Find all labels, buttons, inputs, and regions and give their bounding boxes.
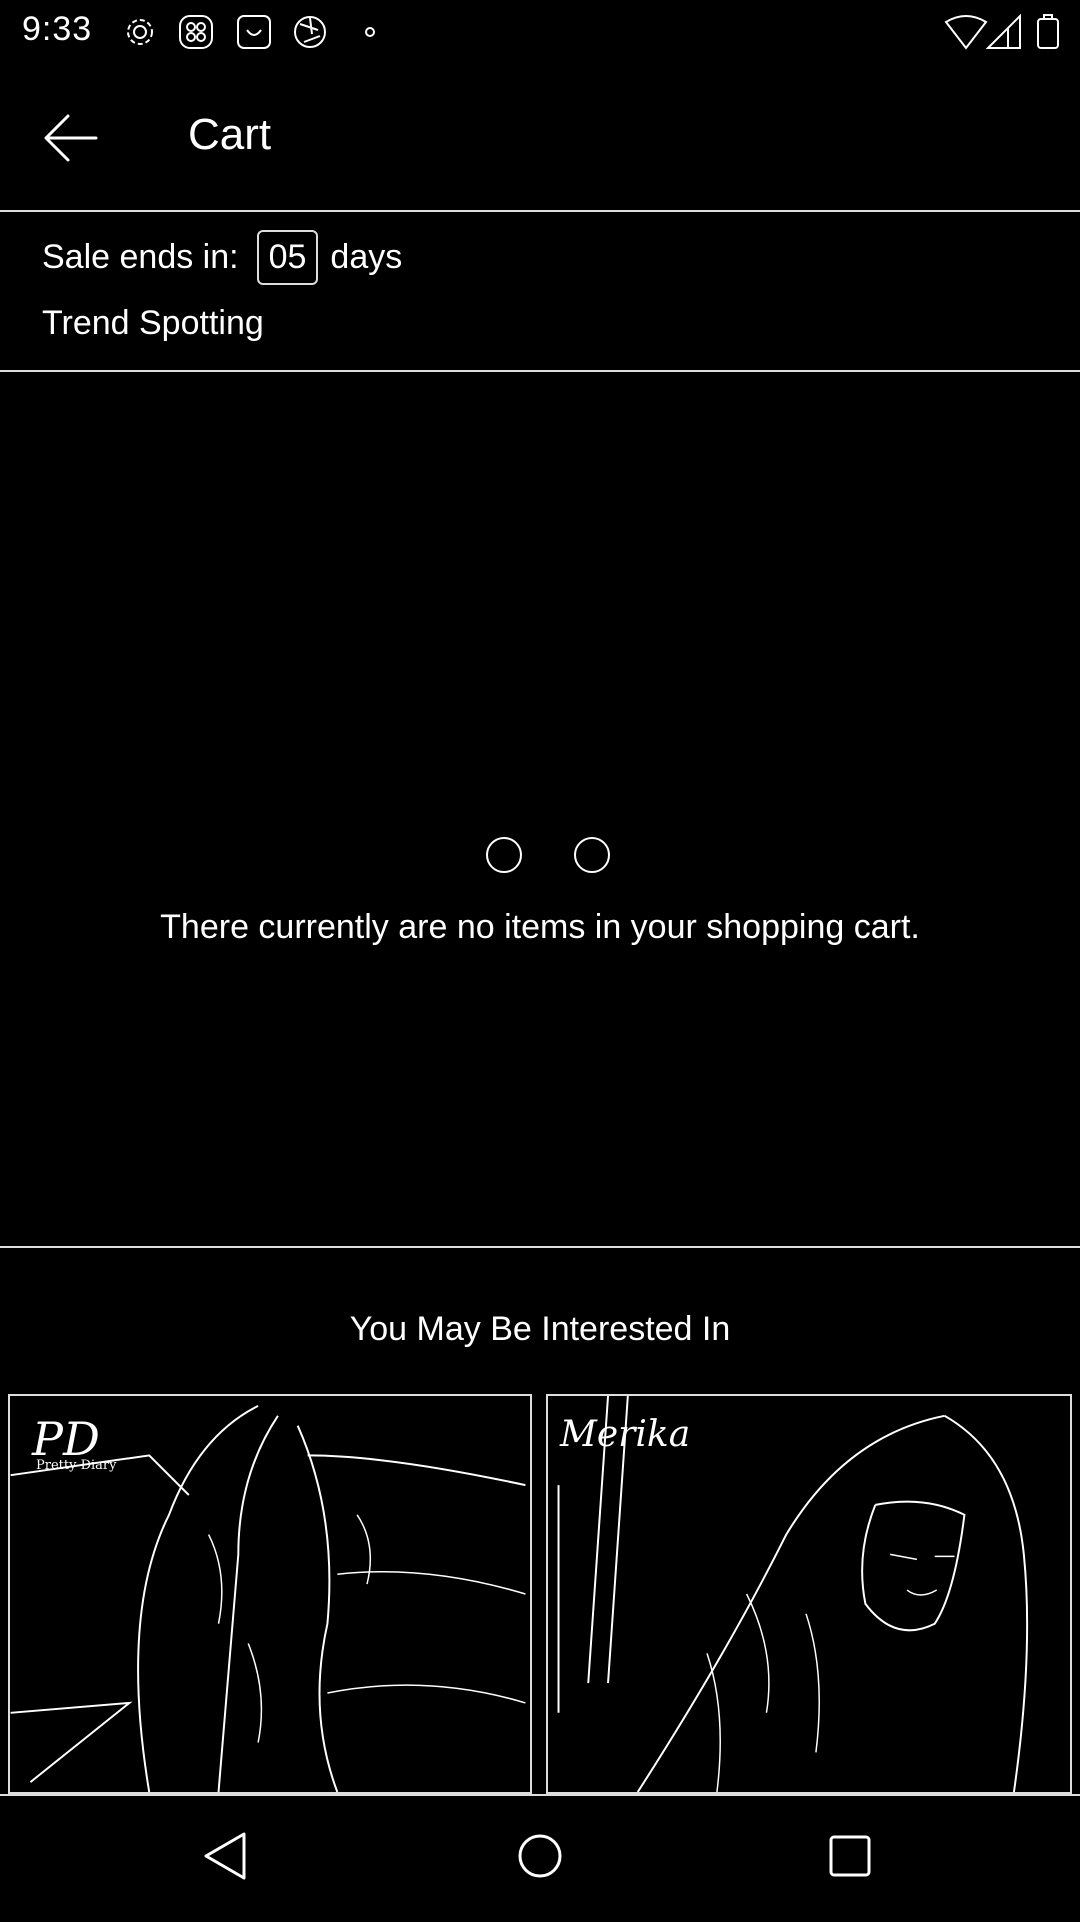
empty-cart-state: There currently are no items in your sho… (0, 372, 1080, 1248)
cell-signal-icon (986, 14, 1022, 50)
product-card[interactable]: PD Pretty Diary (8, 1394, 532, 1794)
app-grid-icon (178, 14, 214, 50)
empty-cart-icon (486, 836, 612, 874)
home-circle-icon[interactable] (510, 1826, 570, 1886)
product-card[interactable]: Merika (546, 1394, 1072, 1794)
recents-square-icon[interactable] (820, 1826, 880, 1886)
product-brand-sub: Pretty Diary (36, 1458, 117, 1473)
aperture-icon (292, 14, 328, 50)
sale-days-count: 05 (256, 230, 319, 285)
sale-countdown: Sale ends in: 05 days (42, 230, 402, 285)
system-nav-bar (0, 1794, 1080, 1922)
gear-icon (122, 14, 158, 50)
recommendations-title: You May Be Interested In (349, 1310, 731, 1348)
page-title: Cart (188, 110, 272, 159)
product-image (557, 1396, 1029, 1792)
battery-icon (1036, 14, 1060, 50)
trend-spotting-link[interactable]: Trend Spotting (42, 304, 264, 343)
wifi-icon (944, 14, 988, 50)
status-time: 9:33 (22, 10, 93, 48)
app-bar: Cart (0, 64, 1080, 212)
arrow-left-icon (44, 114, 98, 162)
sale-unit: days (330, 238, 403, 276)
product-brand: Merika (560, 1414, 691, 1455)
sale-banner: Sale ends in: 05 days Trend Spotting (0, 212, 1080, 372)
sale-label: Sale ends in: (42, 238, 239, 276)
empty-cart-message: There currently are no items in your sho… (160, 908, 920, 946)
status-bar: 9:33 (0, 0, 1080, 64)
dot-icon (360, 14, 380, 50)
back-triangle-icon[interactable] (196, 1826, 256, 1886)
shopping-bag-icon (236, 14, 272, 50)
back-button[interactable] (40, 110, 100, 166)
